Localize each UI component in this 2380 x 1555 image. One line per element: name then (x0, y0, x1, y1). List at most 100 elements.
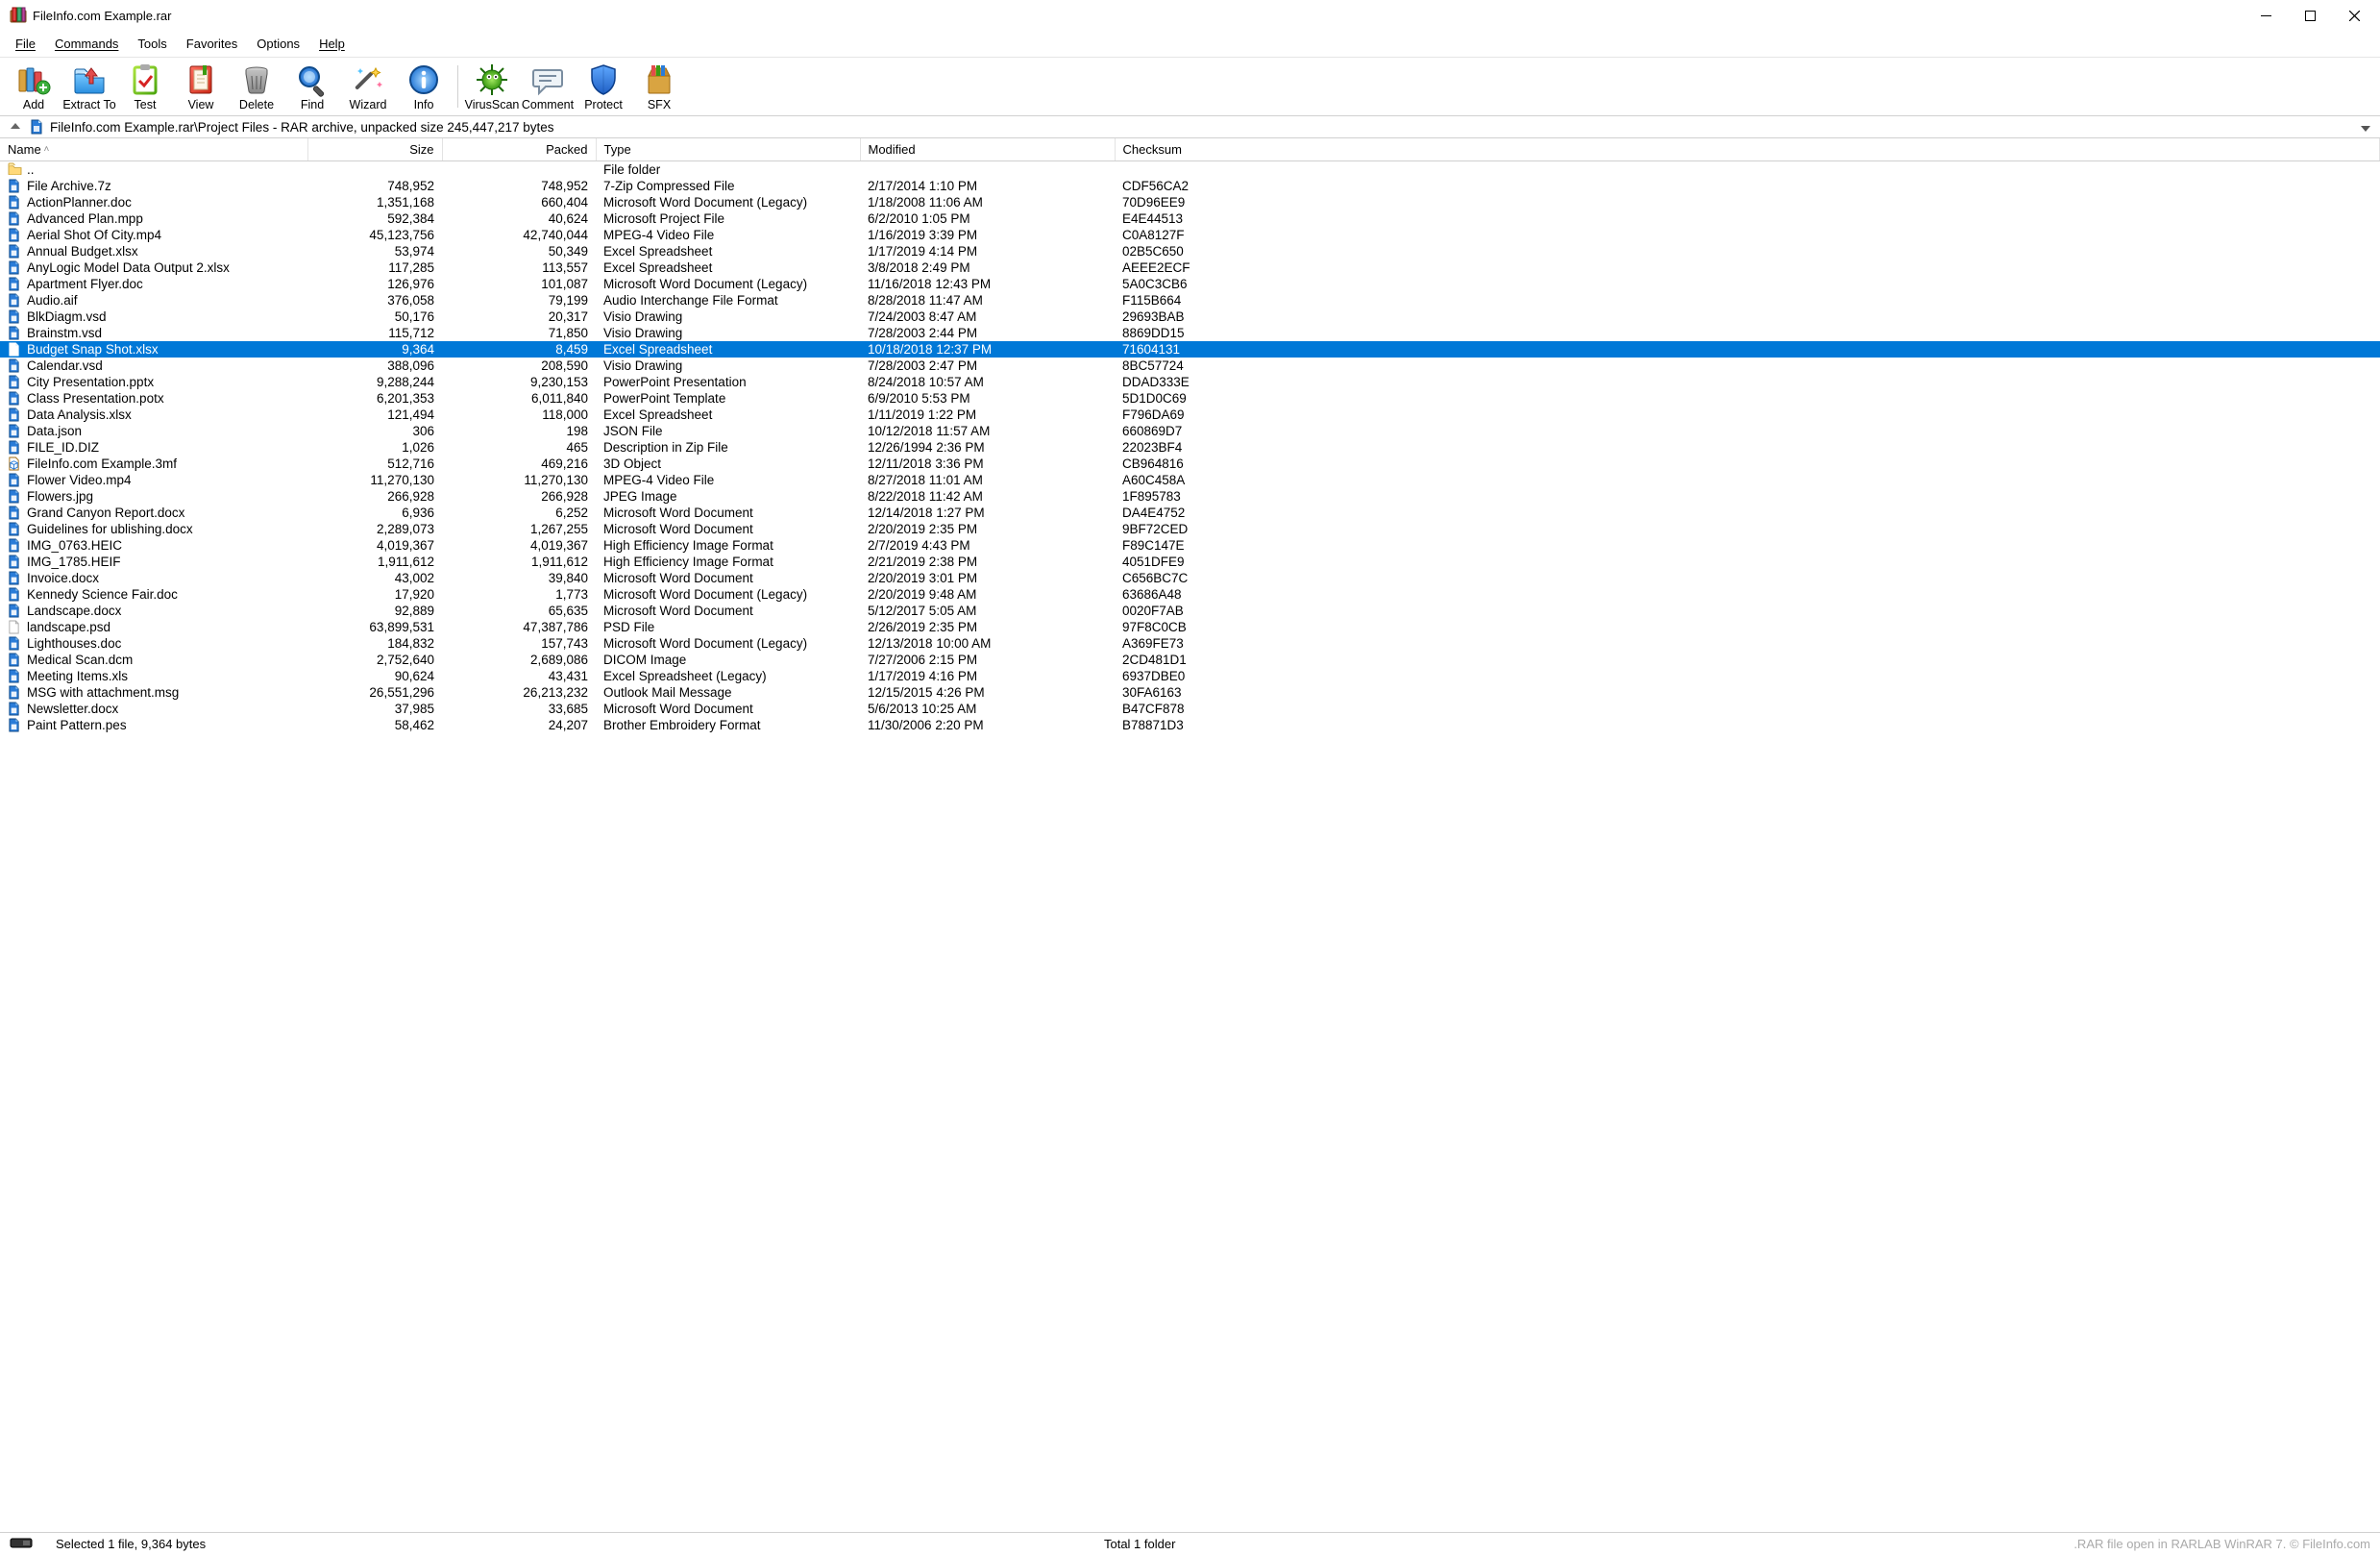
table-row[interactable]: Data Analysis.xlsx121,494118,000Excel Sp… (0, 407, 2380, 423)
table-row[interactable]: Flower Video.mp411,270,13011,270,130MPEG… (0, 472, 2380, 488)
table-row[interactable]: Kennedy Science Fair.doc17,9201,773Micro… (0, 586, 2380, 603)
table-row[interactable]: Calendar.vsd388,096208,590Visio Drawing7… (0, 358, 2380, 374)
table-row[interactable]: Lighthouses.doc184,832157,743Microsoft W… (0, 635, 2380, 652)
menu-commands[interactable]: Commands (45, 33, 128, 55)
col-header-name[interactable]: Name (0, 138, 307, 161)
comment-icon (530, 62, 565, 97)
tool-extract[interactable]: Extract To (61, 60, 117, 113)
file-name: FileInfo.com Example.3mf (27, 457, 177, 471)
col-header-modified[interactable]: Modified (860, 138, 1115, 161)
virus-icon (475, 62, 509, 97)
table-row[interactable]: Paint Pattern.pes58,46224,207Brother Emb… (0, 717, 2380, 733)
tool-test[interactable]: Test (117, 60, 173, 113)
tool-view[interactable]: View (173, 60, 229, 113)
col-header-packed[interactable]: Packed (442, 138, 596, 161)
file-icon (8, 604, 22, 618)
file-size: 376,058 (307, 292, 442, 309)
table-row[interactable]: Invoice.docx43,00239,840Microsoft Word D… (0, 570, 2380, 586)
file-packed: 4,019,367 (442, 537, 596, 554)
table-row[interactable]: Landscape.docx92,88965,635Microsoft Word… (0, 603, 2380, 619)
table-row[interactable]: Advanced Plan.mpp592,38440,624Microsoft … (0, 210, 2380, 227)
file-icon (8, 489, 22, 504)
file-size: 9,288,244 (307, 374, 442, 390)
file-modified: 5/12/2017 5:05 AM (860, 603, 1115, 619)
table-row[interactable]: Aerial Shot Of City.mp445,123,75642,740,… (0, 227, 2380, 243)
file-modified: 7/27/2006 2:15 PM (860, 652, 1115, 668)
file-name: .. (27, 162, 35, 177)
file-size: 592,384 (307, 210, 442, 227)
file-checksum: 97F8C0CB (1115, 619, 2380, 635)
file-modified: 1/17/2019 4:16 PM (860, 668, 1115, 684)
tool-find[interactable]: Find (284, 60, 340, 113)
table-row[interactable]: ActionPlanner.doc1,351,168660,404Microso… (0, 194, 2380, 210)
tool-add[interactable]: Add (6, 60, 61, 113)
table-row[interactable]: Meeting Items.xls90,62443,431Excel Sprea… (0, 668, 2380, 684)
close-button[interactable] (2332, 0, 2376, 31)
tool-info[interactable]: Info (396, 60, 452, 113)
tool-delete[interactable]: Delete (229, 60, 284, 113)
menubar: File Commands Tools Favorites Options He… (0, 31, 2380, 58)
col-header-type[interactable]: Type (596, 138, 860, 161)
file-size: 184,832 (307, 635, 442, 652)
file-icon (8, 391, 22, 406)
address-path[interactable]: FileInfo.com Example.rar\Project Files -… (50, 120, 2353, 135)
tool-comment[interactable]: Comment (520, 60, 576, 113)
tool-sfx[interactable]: SFX (631, 60, 687, 113)
file-name: Newsletter.docx (27, 702, 118, 716)
minimize-button[interactable] (2244, 0, 2288, 31)
parent-folder-row[interactable]: ..File folder (0, 161, 2380, 179)
menu-options[interactable]: Options (247, 33, 309, 55)
file-type: JSON File (596, 423, 860, 439)
file-checksum: 8869DD15 (1115, 325, 2380, 341)
up-button[interactable] (8, 119, 23, 135)
table-row[interactable]: Apartment Flyer.doc126,976101,087Microso… (0, 276, 2380, 292)
table-row[interactable]: IMG_0763.HEIC4,019,3674,019,367High Effi… (0, 537, 2380, 554)
table-row[interactable]: AnyLogic Model Data Output 2.xlsx117,285… (0, 259, 2380, 276)
table-row[interactable]: BlkDiagm.vsd50,17620,317Visio Drawing7/2… (0, 309, 2380, 325)
tool-virusscan[interactable]: VirusScan (464, 60, 520, 113)
menu-help[interactable]: Help (309, 33, 355, 55)
table-row[interactable]: Flowers.jpg266,928266,928JPEG Image8/22/… (0, 488, 2380, 505)
file-size: 117,285 (307, 259, 442, 276)
file-modified: 11/30/2006 2:20 PM (860, 717, 1115, 733)
table-row[interactable]: FileInfo.com Example.3mf512,716469,2163D… (0, 456, 2380, 472)
file-name: Landscape.docx (27, 604, 121, 618)
table-row[interactable]: Newsletter.docx37,98533,685Microsoft Wor… (0, 701, 2380, 717)
table-row[interactable]: FILE_ID.DIZ1,026465Description in Zip Fi… (0, 439, 2380, 456)
file-icon (8, 277, 22, 291)
file-type: Visio Drawing (596, 325, 860, 341)
file-size: 266,928 (307, 488, 442, 505)
folder-up-icon (8, 162, 22, 177)
table-row[interactable]: landscape.psd63,899,53147,387,786PSD Fil… (0, 619, 2380, 635)
file-icon (8, 424, 22, 438)
file-packed: 8,459 (442, 341, 596, 358)
table-row[interactable]: Medical Scan.dcm2,752,6402,689,086DICOM … (0, 652, 2380, 668)
maximize-button[interactable] (2288, 0, 2332, 31)
file-packed: 748,952 (442, 178, 596, 194)
menu-favorites[interactable]: Favorites (177, 33, 247, 55)
file-list[interactable]: Name Size Packed Type Modified Checksum … (0, 138, 2380, 1532)
menu-tools[interactable]: Tools (128, 33, 176, 55)
file-type: Excel Spreadsheet (Legacy) (596, 668, 860, 684)
table-row[interactable]: Budget Snap Shot.xlsx9,3648,459Excel Spr… (0, 341, 2380, 358)
col-header-size[interactable]: Size (307, 138, 442, 161)
table-row[interactable]: File Archive.7z748,952748,9527-Zip Compr… (0, 178, 2380, 194)
tool-protect[interactable]: Protect (576, 60, 631, 113)
col-header-checksum[interactable]: Checksum (1115, 138, 2380, 161)
table-row[interactable]: MSG with attachment.msg26,551,29626,213,… (0, 684, 2380, 701)
tool-wizard[interactable]: Wizard (340, 60, 396, 113)
table-row[interactable]: Annual Budget.xlsx53,97450,349Excel Spre… (0, 243, 2380, 259)
table-row[interactable]: Class Presentation.potx6,201,3536,011,84… (0, 390, 2380, 407)
table-row[interactable]: Guidelines for ublishing.docx2,289,0731,… (0, 521, 2380, 537)
table-row[interactable]: Data.json306198JSON File10/12/2018 11:57… (0, 423, 2380, 439)
table-row[interactable]: City Presentation.pptx9,288,2449,230,153… (0, 374, 2380, 390)
file-size: 6,936 (307, 505, 442, 521)
address-dropdown[interactable] (2359, 120, 2372, 135)
file-modified: 1/17/2019 4:14 PM (860, 243, 1115, 259)
file-name: Data.json (27, 424, 82, 438)
table-row[interactable]: IMG_1785.HEIF1,911,6121,911,612High Effi… (0, 554, 2380, 570)
table-row[interactable]: Grand Canyon Report.docx6,9366,252Micros… (0, 505, 2380, 521)
menu-file[interactable]: File (6, 33, 45, 55)
table-row[interactable]: Audio.aif376,05879,199Audio Interchange … (0, 292, 2380, 309)
table-row[interactable]: Brainstm.vsd115,71271,850Visio Drawing7/… (0, 325, 2380, 341)
